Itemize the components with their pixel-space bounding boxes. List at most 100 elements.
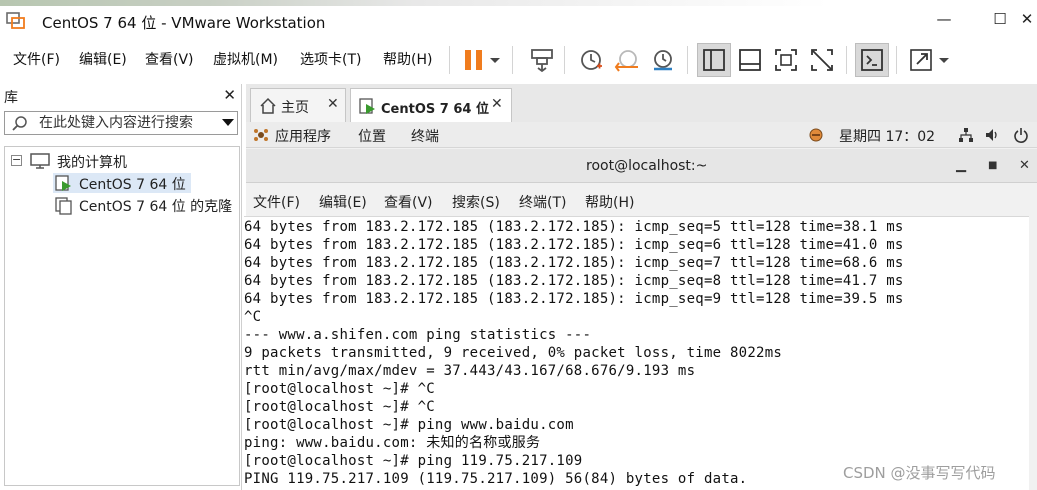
library-tree: − 我的计算机 CentOS 7 64 位 CentOS 7 64 位 的克隆 — [4, 146, 240, 486]
terminal-line: rtt min/avg/max/mdev = 37.443/43.167/68.… — [244, 363, 696, 379]
library-panel: 库 ✕ − 我的计算机 CentOS 7 64 位 — [0, 84, 242, 490]
title-bar: CentOS 7 64 位 - VMware Workstation — ☐ ✕ — [0, 0, 1037, 40]
library-header: 库 ✕ — [0, 84, 242, 108]
library-search[interactable] — [4, 111, 238, 135]
tree-root-label: 我的计算机 — [57, 155, 127, 171]
gnome-places-menu[interactable]: 位置 — [358, 126, 386, 146]
unity-icon[interactable] — [808, 46, 836, 74]
search-dropdown-icon[interactable] — [221, 117, 235, 129]
search-icon — [12, 116, 27, 131]
tab-home[interactable]: 主页 ✕ — [250, 88, 346, 122]
gnome-top-bar: 应用程序 位置 终端 星期四 17：02 — [246, 122, 1037, 148]
terminal-line: --- www.a.shifen.com ping statistics --- — [244, 327, 592, 343]
menu-file[interactable]: 文件(F) — [13, 49, 60, 69]
power-icon[interactable] — [1013, 127, 1029, 143]
tab-centos[interactable]: CentOS 7 64 位 ✕ — [350, 88, 512, 122]
collapse-icon[interactable]: − — [11, 154, 22, 166]
weather-icon — [809, 128, 823, 142]
snapshot-icon[interactable] — [577, 46, 605, 74]
library-view-icon[interactable] — [700, 46, 728, 74]
terminal-line: 64 bytes from 183.2.172.185 (183.2.172.1… — [244, 237, 904, 253]
gnome-clock[interactable]: 星期四 17：02 — [839, 126, 935, 146]
terminal-title-bar: root@localhost:~ ▁ ■ ✕ — [246, 149, 1037, 183]
toolbar-separator — [896, 46, 897, 74]
menu-toolbar: 文件(F) 编辑(E) 查看(V) 虚拟机(M) 选项卡(T) 帮助(H) — [0, 40, 1037, 80]
tab-label: CentOS 7 64 位 — [381, 102, 489, 117]
terminal-line: [root@localhost ~]# ping 119.75.217.109 — [244, 453, 583, 469]
watermark: CSDN @没事写写代码 — [843, 464, 996, 482]
terminal-line: 64 bytes from 183.2.172.185 (183.2.172.1… — [244, 273, 904, 289]
menu-tabs[interactable]: 选项卡(T) — [300, 49, 361, 69]
maximize-button[interactable]: ☐ — [990, 10, 1010, 28]
thumbnail-view-icon[interactable] — [736, 46, 764, 74]
network-icon[interactable] — [958, 127, 974, 143]
close-button[interactable]: ✕ — [1017, 10, 1037, 28]
full-screen-icon[interactable] — [772, 46, 800, 74]
applications-icon — [254, 129, 268, 141]
library-close-button[interactable]: ✕ — [223, 86, 236, 104]
terminal-output[interactable]: 64 bytes from 183.2.172.185 (183.2.172.1… — [244, 216, 1037, 490]
terminal-menu-view[interactable]: 查看(V) — [384, 192, 433, 212]
pause-icon[interactable] — [460, 46, 488, 74]
terminal-menu-edit[interactable]: 编辑(E) — [319, 192, 367, 212]
library-title: 库 — [4, 90, 18, 106]
stretch-icon[interactable] — [907, 46, 935, 74]
terminal-line: 9 packets transmitted, 9 received, 0% pa… — [244, 345, 783, 361]
computer-icon — [30, 153, 50, 169]
toolbar-separator — [564, 46, 565, 74]
tab-label: 主页 — [281, 100, 309, 116]
terminal-line: [root@localhost ~]# ^C — [244, 399, 435, 415]
vm-area: 主页 ✕ CentOS 7 64 位 ✕ 应用程序 位置 终端 星期四 17：0… — [244, 84, 1037, 490]
toolbar-separator — [687, 46, 688, 74]
vm-icon — [55, 197, 72, 215]
terminal-line: ^C — [244, 309, 262, 325]
stretch-dropdown-icon[interactable] — [935, 46, 953, 74]
terminal-line: ping: www.baidu.com: 未知的名称或服务 — [244, 435, 541, 451]
revert-snapshot-icon[interactable] — [613, 46, 641, 74]
terminal-scrollbar[interactable] — [1029, 216, 1037, 490]
terminal-menubar: 文件(F) 编辑(E) 查看(V) 搜索(S) 终端(T) 帮助(H) — [246, 188, 1037, 214]
console-view-icon[interactable] — [858, 46, 886, 74]
terminal-menu-terminal[interactable]: 终端(T) — [519, 192, 566, 212]
menu-vm[interactable]: 虚拟机(M) — [213, 49, 278, 69]
terminal-menu-file[interactable]: 文件(F) — [253, 192, 300, 212]
terminal-maximize-button[interactable]: ■ — [988, 160, 997, 171]
gnome-applications-menu[interactable]: 应用程序 — [275, 126, 331, 146]
menu-help[interactable]: 帮助(H) — [383, 49, 432, 69]
minimize-button[interactable]: — — [934, 10, 954, 28]
volume-icon[interactable] — [984, 127, 1000, 143]
vm-running-icon — [55, 175, 71, 191]
terminal-title: root@localhost:~ — [586, 158, 708, 174]
terminal-line: PING 119.75.217.109 (119.75.217.109) 56(… — [244, 471, 748, 487]
dropdown-icon[interactable] — [485, 46, 505, 74]
search-input[interactable] — [39, 114, 215, 132]
terminal-close-button[interactable]: ✕ — [1019, 158, 1030, 173]
tree-item-label: CentOS 7 64 位 的克隆 — [79, 199, 233, 215]
vm-running-icon — [359, 98, 375, 114]
terminal-line: 64 bytes from 183.2.172.185 (183.2.172.1… — [244, 255, 904, 271]
tree-item-label: CentOS 7 64 位 — [79, 177, 186, 193]
window-title: CentOS 7 64 位 - VMware Workstation — [42, 14, 326, 32]
terminal-menu-help[interactable]: 帮助(H) — [585, 192, 634, 212]
terminal-line: [root@localhost ~]# ping www.baidu.com — [244, 417, 574, 433]
terminal-menu-search[interactable]: 搜索(S) — [452, 192, 500, 212]
toolbar-separator — [846, 46, 847, 74]
gnome-terminal-menu[interactable]: 终端 — [411, 126, 439, 146]
toolbar-separator — [449, 46, 450, 74]
snapshot-manager-icon[interactable] — [649, 46, 677, 74]
home-icon — [260, 97, 276, 114]
terminal-line: 64 bytes from 183.2.172.185 (183.2.172.1… — [244, 219, 904, 235]
tree-item-centos[interactable]: CentOS 7 64 位 — [53, 173, 191, 193]
terminal-line: 64 bytes from 183.2.172.185 (183.2.172.1… — [244, 291, 904, 307]
send-keys-icon[interactable] — [528, 46, 556, 74]
vmware-app-icon — [6, 12, 25, 29]
toolbar-separator — [512, 46, 513, 74]
menu-edit[interactable]: 编辑(E) — [79, 49, 127, 69]
tab-bar: 主页 ✕ CentOS 7 64 位 ✕ — [246, 84, 1037, 122]
menu-view[interactable]: 查看(V) — [145, 49, 194, 69]
background-strip — [0, 0, 1037, 6]
terminal-minimize-button[interactable]: ▁ — [956, 158, 966, 173]
tab-close-icon[interactable]: ✕ — [327, 96, 339, 112]
terminal-line: [root@localhost ~]# ^C — [244, 381, 435, 397]
tab-close-icon[interactable]: ✕ — [491, 96, 503, 112]
